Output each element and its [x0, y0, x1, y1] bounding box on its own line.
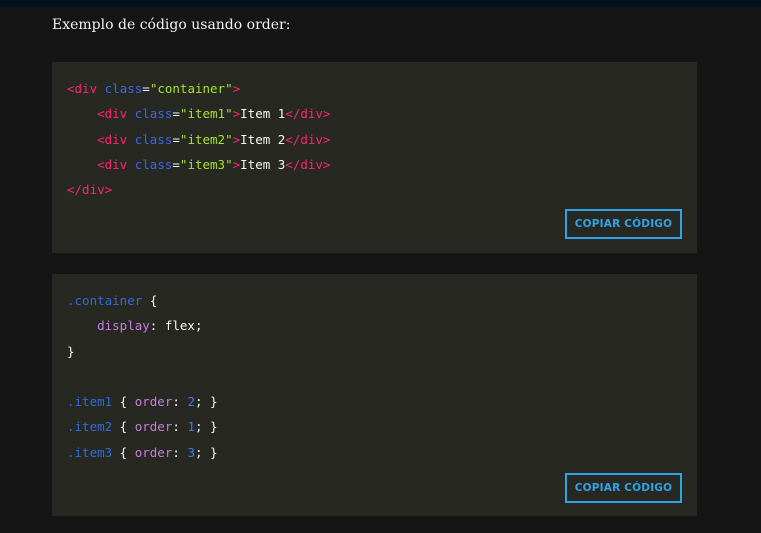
code-token: </div>: [67, 182, 113, 198]
code-token: :: [172, 419, 188, 435]
code-line: }: [67, 339, 218, 364]
code-token: order: [134, 394, 173, 410]
code-token: =: [172, 156, 180, 172]
code-line: .container {: [67, 288, 218, 313]
code-token: .container: [67, 293, 143, 308]
copy-html-code-button[interactable]: COPIAR CÓDIGO: [565, 209, 682, 239]
code-token: "item1": [179, 106, 233, 122]
code-token: class: [104, 81, 143, 96]
code-token: 3: [187, 444, 195, 460]
code-line: <div class="item2">Item 2</div>: [67, 127, 330, 152]
code-token: class: [134, 106, 173, 122]
code-token: Item 3: [240, 156, 286, 172]
code-token: =: [172, 131, 180, 147]
code-token: "item3": [179, 156, 233, 172]
code-token: ; }: [194, 394, 218, 410]
code-token: class: [134, 156, 173, 172]
code-token: .item2: [67, 419, 113, 435]
code-token: <div: [67, 81, 105, 96]
code-token: :: [172, 394, 188, 410]
code-token: }: [67, 343, 75, 359]
code-token: <div: [97, 156, 135, 172]
code-token: display: [97, 318, 150, 334]
code-token: "container": [149, 81, 233, 96]
code-token: class: [134, 131, 173, 147]
code-token: :: [172, 444, 188, 460]
code-token: >: [232, 156, 241, 172]
code-token: >: [232, 106, 241, 122]
code-token: {: [142, 293, 158, 308]
code-token: :: [149, 318, 165, 334]
code-line: <div class="item3">Item 3</div>: [67, 152, 330, 177]
code-token: <div: [97, 131, 135, 147]
code-token: =: [142, 81, 150, 96]
code-line: .item3 { order: 3; }: [67, 440, 218, 465]
code-line: .item2 { order: 1; }: [67, 414, 218, 439]
code-token: {: [112, 419, 135, 435]
code-token: ;: [194, 318, 203, 334]
code-line: <div class="container">: [67, 76, 330, 101]
css-code: .container { display: flex;} .item1 { ord…: [67, 288, 218, 465]
code-token: <div: [97, 106, 135, 122]
code-token: .item1: [67, 394, 113, 410]
code-token: 2: [187, 394, 195, 410]
code-line: .item1 { order: 2; }: [67, 389, 218, 414]
code-token: </div>: [285, 156, 331, 172]
top-bar: [0, 0, 761, 7]
code-token: >: [232, 131, 241, 147]
html-code-block: <div class="container"> <div class="item…: [52, 62, 697, 253]
code-token: {: [112, 444, 135, 460]
code-token: 1: [187, 419, 195, 435]
code-token: order: [134, 419, 173, 435]
html-code: <div class="container"> <div class="item…: [67, 76, 330, 202]
code-token: ; }: [194, 444, 218, 460]
code-line: </div>: [67, 177, 330, 202]
code-token: "item2": [179, 131, 233, 147]
code-token: Item 1: [240, 106, 286, 122]
code-token: =: [172, 106, 180, 122]
code-token: Item 2: [240, 131, 286, 147]
code-token: </div>: [285, 131, 331, 147]
css-code-block: .container { display: flex;} .item1 { ord…: [52, 274, 697, 516]
code-line: <div class="item1">Item 1</div>: [67, 101, 330, 126]
code-token: .item3: [67, 444, 113, 460]
code-token: {: [112, 394, 135, 410]
intro-text: Exemplo de código usando order:: [52, 17, 291, 33]
code-token: ; }: [194, 419, 218, 435]
copy-css-code-button[interactable]: COPIAR CÓDIGO: [565, 473, 682, 503]
code-token: >: [232, 81, 241, 96]
code-line: display: flex;: [67, 313, 218, 338]
code-token: flex: [164, 318, 195, 334]
code-token: </div>: [285, 106, 331, 122]
code-token: order: [134, 444, 173, 460]
